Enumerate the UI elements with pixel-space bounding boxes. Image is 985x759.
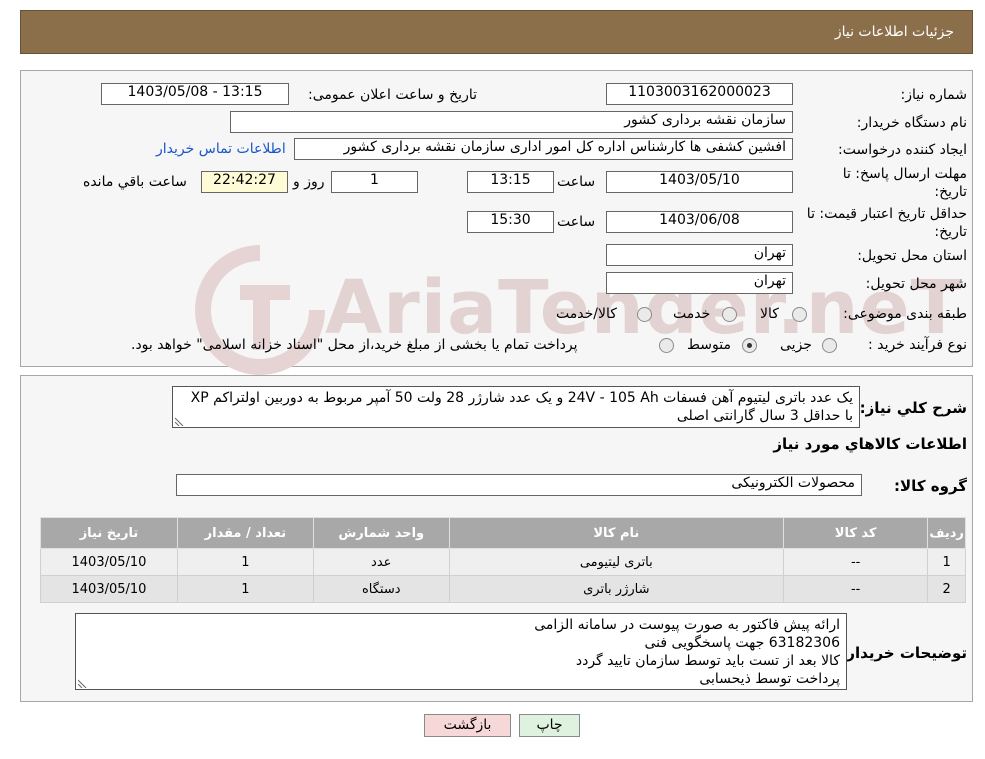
goods-group-label: گروه کالا: bbox=[894, 477, 967, 495]
note-line: 63182306 جهت پاسخگویی فنی bbox=[644, 635, 840, 651]
cell-row: 2 bbox=[927, 575, 966, 603]
category-radio-goods-service[interactable] bbox=[637, 307, 652, 322]
process-label: نوع فرآیند خرید : bbox=[868, 337, 967, 353]
resize-grip-icon[interactable] bbox=[175, 416, 185, 426]
city-label: شهر محل تحویل: bbox=[865, 276, 967, 292]
validity-label-date: تاريخ: bbox=[934, 224, 967, 240]
process-option-minor: جزیی bbox=[780, 337, 812, 353]
cell-name: باتری لیتیومی bbox=[448, 548, 784, 576]
cell-quantity: 1 bbox=[176, 548, 314, 576]
announce-datetime-field: 1403/05/08 - 13:15 bbox=[101, 83, 289, 105]
category-radio-goods[interactable] bbox=[792, 307, 807, 322]
cell-quantity: 1 bbox=[176, 575, 314, 603]
summary-line-2: با حداقل 3 سال گارانتی اصلی bbox=[676, 408, 853, 424]
creator-field: افشین کشفی ها کارشناس اداره کل امور ادار… bbox=[294, 138, 793, 160]
page-header: جزئیات اطلاعات نیاز bbox=[20, 10, 973, 54]
buyer-label: نام دستگاه خریدار: bbox=[856, 115, 967, 131]
col-unit: واحد شمارش bbox=[312, 517, 450, 549]
col-date: تاريخ نياز bbox=[40, 517, 178, 549]
cell-code: -- bbox=[782, 548, 929, 576]
buyer-notes-textarea: ارائه پیش فاکتور به صورت پیوست در سامانه… bbox=[75, 613, 847, 690]
buyer-field: سازمان نقشه برداری کشور bbox=[230, 111, 793, 133]
cell-row: 1 bbox=[927, 548, 966, 576]
validity-time-field: 15:30 bbox=[467, 211, 554, 233]
city-field: تهران bbox=[606, 272, 793, 294]
cell-name: شارژر باتری bbox=[448, 575, 784, 603]
category-option-goods: کالا bbox=[760, 306, 779, 322]
summary-line-1: یک عدد باتری لیتیوم آهن فسفات 24V - 105 … bbox=[190, 390, 853, 406]
page-title: جزئیات اطلاعات نیاز bbox=[834, 24, 954, 40]
goods-table: رديف کد کالا نام کالا واحد شمارش تعداد /… bbox=[40, 517, 966, 603]
back-button[interactable]: بازگشت bbox=[424, 714, 511, 737]
validity-label: حداقل تاريخ اعتبار قيمت: تا bbox=[806, 206, 967, 222]
category-label: طبقه بندی موضوعی: bbox=[843, 306, 967, 322]
days-field: 1 bbox=[331, 171, 418, 193]
remaining-label: ساعت باقي مانده bbox=[83, 174, 187, 190]
process-radio-medium[interactable] bbox=[742, 338, 757, 353]
deadline-time-field: 13:15 bbox=[467, 171, 554, 193]
category-option-goods-service: کالا/خدمت bbox=[556, 306, 617, 322]
goods-table-header: رديف کد کالا نام کالا واحد شمارش تعداد /… bbox=[40, 517, 966, 549]
province-label: استان محل تحویل: bbox=[857, 248, 967, 264]
deadline-date-field: 1403/05/10 bbox=[606, 171, 793, 193]
cell-date: 1403/05/10 bbox=[40, 548, 178, 576]
announce-label: تاریخ و ساعت اعلان عمومی: bbox=[308, 87, 477, 103]
resize-grip-icon[interactable] bbox=[78, 678, 88, 688]
province-field: تهران bbox=[606, 244, 793, 266]
creator-label: ایجاد کننده درخواست: bbox=[838, 142, 967, 158]
validity-date-field: 1403/06/08 bbox=[606, 211, 793, 233]
summary-label: شرح کلي نياز: bbox=[859, 399, 967, 417]
buyer-contact-link[interactable]: اطلاعات تماس خریدار bbox=[156, 141, 286, 157]
deadline-time-label: ساعت bbox=[557, 174, 596, 190]
note-line: کالا بعد از تست باید توسط سازمان تایید گ… bbox=[575, 653, 840, 669]
deadline-label-date: تاریخ: bbox=[934, 184, 967, 200]
need-number-field: 1103003162000023 bbox=[606, 83, 793, 105]
table-row: 2 -- شارژر باتری دستگاه 1 1403/05/10 bbox=[40, 575, 966, 603]
process-note: پرداخت تمام یا بخشی از مبلغ خرید،از محل … bbox=[131, 337, 578, 353]
cell-unit: دستگاه bbox=[312, 575, 450, 603]
goods-section-title: اطلاعات کالاهاي مورد نياز bbox=[773, 435, 967, 453]
note-line: ارائه پیش فاکتور به صورت پیوست در سامانه… bbox=[534, 617, 840, 633]
table-row: 1 -- باتری لیتیومی عدد 1 1403/05/10 bbox=[40, 548, 966, 576]
col-name: نام کالا bbox=[448, 517, 784, 549]
remaining-time-field: 22:42:27 bbox=[201, 171, 288, 193]
buyer-notes-label: توضيحات خريدار: bbox=[840, 644, 967, 662]
goods-group-field: محصولات الکترونیکی bbox=[176, 474, 862, 496]
cell-date: 1403/05/10 bbox=[40, 575, 178, 603]
print-button[interactable]: چاپ bbox=[519, 714, 580, 737]
note-line: پرداخت توسط ذیحسابی bbox=[699, 671, 840, 687]
treasury-checkbox[interactable] bbox=[659, 338, 674, 353]
category-option-service: خدمت bbox=[673, 306, 711, 322]
category-radio-service[interactable] bbox=[722, 307, 737, 322]
col-row: رديف bbox=[927, 517, 966, 549]
cell-code: -- bbox=[782, 575, 929, 603]
validity-time-label: ساعت bbox=[557, 214, 596, 230]
process-option-medium: متوسط bbox=[687, 337, 731, 353]
deadline-label: مهلت ارسال پاسخ: تا bbox=[842, 166, 967, 182]
col-code: کد کالا bbox=[782, 517, 929, 549]
col-quantity: تعداد / مقدار bbox=[176, 517, 314, 549]
need-number-label: شماره نیاز: bbox=[900, 87, 968, 103]
cell-unit: عدد bbox=[312, 548, 450, 576]
process-radio-minor[interactable] bbox=[822, 338, 837, 353]
summary-textarea: یک عدد باتری لیتیوم آهن فسفات 24V - 105 … bbox=[172, 386, 860, 428]
days-label: روز و bbox=[293, 174, 325, 190]
